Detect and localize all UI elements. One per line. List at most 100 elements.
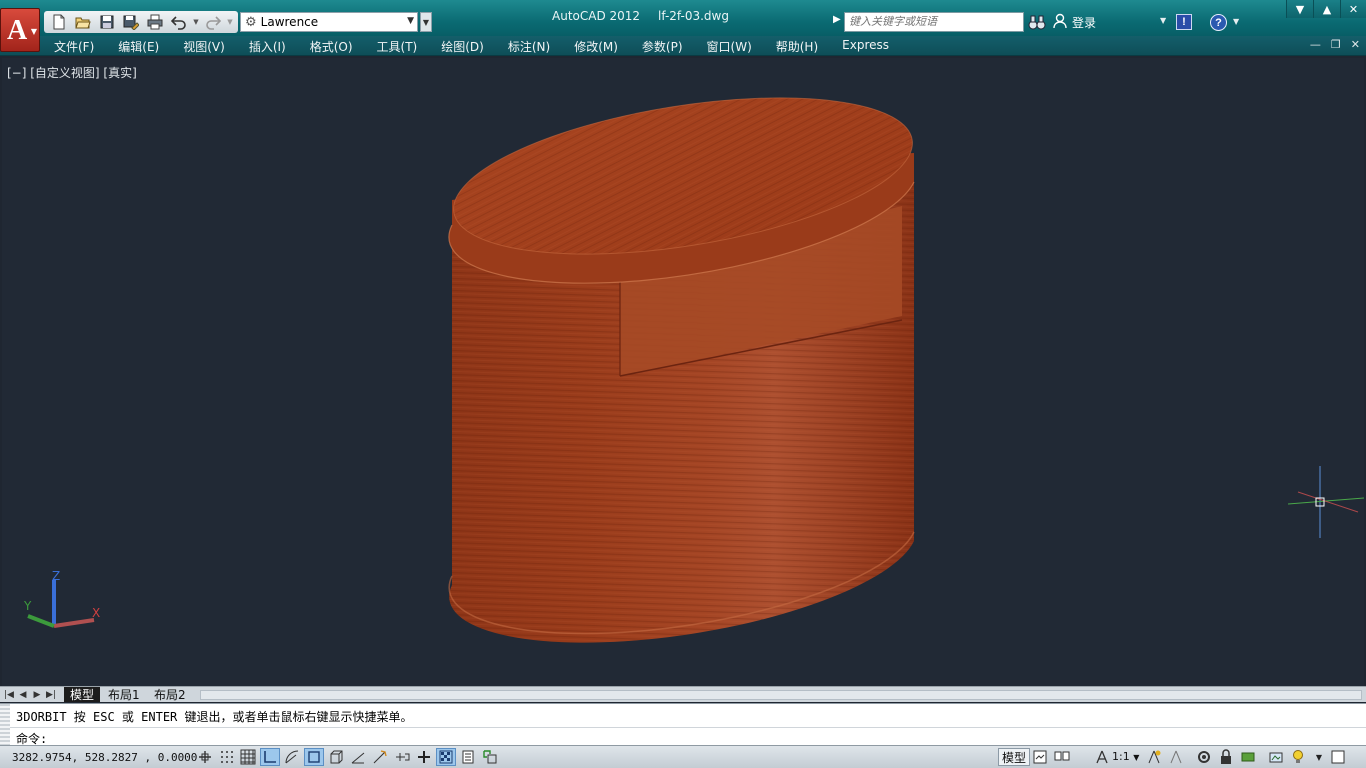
- snap-mode-icon[interactable]: [217, 748, 237, 766]
- user-icon: [1052, 13, 1068, 32]
- isolate-objects-icon[interactable]: [1266, 748, 1286, 766]
- autocad-logo: A: [7, 15, 28, 46]
- svg-text:Y: Y: [23, 599, 32, 613]
- dynamic-ucs-icon[interactable]: [370, 748, 390, 766]
- first-tab-icon[interactable]: |◀: [4, 689, 14, 700]
- login-button[interactable]: 登录: [1052, 12, 1096, 32]
- selection-cycling-icon[interactable]: [480, 748, 500, 766]
- next-tab-icon[interactable]: ▶: [32, 689, 42, 700]
- quick-view-layouts-icon[interactable]: [1030, 748, 1050, 766]
- object-snap-tracking-icon[interactable]: [348, 748, 368, 766]
- doc-close-button[interactable]: ✕: [1351, 38, 1360, 51]
- menu-modify[interactable]: 修改(M): [574, 38, 618, 55]
- doc-minimize-button[interactable]: —: [1310, 38, 1321, 51]
- customize-qat-button[interactable]: ▼: [420, 12, 432, 32]
- menu-view[interactable]: 视图(V): [183, 38, 225, 55]
- binoculars-icon[interactable]: [1028, 14, 1046, 33]
- command-input[interactable]: [70, 728, 1350, 744]
- tab-layout1[interactable]: 布局1: [102, 687, 146, 702]
- crosshair-cursor: [1288, 466, 1364, 538]
- chevron-down-icon: ▼: [407, 16, 414, 26]
- toolbar-lock-icon[interactable]: [1216, 748, 1236, 766]
- grid-display-icon[interactable]: [238, 748, 258, 766]
- new-icon[interactable]: [48, 12, 70, 32]
- redo-dropdown-icon[interactable]: ▼: [226, 12, 234, 32]
- menu-bar: 文件(F) 编辑(E) 视图(V) 插入(I) 格式(O) 工具(T) 绘图(D…: [0, 36, 1366, 56]
- hardware-acceleration-icon[interactable]: [1238, 748, 1258, 766]
- open-icon[interactable]: [72, 12, 94, 32]
- chevron-down-icon: ▼: [30, 27, 37, 36]
- title-bar: ▼ ▼ ⚙ Lawrence ▼ ▼ AutoCAD 2012 lf-2f-03…: [0, 0, 1366, 36]
- layout-tabs-bar: |◀ ◀ ▶ ▶| 模型 布局1 布局2: [0, 686, 1366, 702]
- help-icon[interactable]: ?: [1210, 14, 1227, 31]
- document-window-controls: — ❐ ✕: [1310, 38, 1360, 51]
- clean-screen-icon[interactable]: [1328, 748, 1348, 766]
- lightbulb-icon[interactable]: [1288, 748, 1308, 766]
- dynamic-input-icon[interactable]: [392, 748, 412, 766]
- status-bar-menu-icon[interactable]: ▼: [1314, 748, 1324, 766]
- object-snap-icon[interactable]: [304, 748, 324, 766]
- undo-dropdown-icon[interactable]: ▼: [192, 12, 200, 32]
- menu-parametric[interactable]: 参数(P): [642, 38, 683, 55]
- search-expand-icon[interactable]: ▶: [833, 14, 841, 25]
- annotation-scale-icon[interactable]: [1092, 748, 1112, 766]
- ortho-mode-icon[interactable]: [260, 748, 280, 766]
- lineweight-icon[interactable]: [414, 748, 434, 766]
- workspace-select[interactable]: ⚙ Lawrence ▼: [240, 12, 418, 32]
- transparency-icon[interactable]: [436, 748, 456, 766]
- prev-tab-icon[interactable]: ◀: [18, 689, 28, 700]
- 3d-object-snap-icon[interactable]: [326, 748, 346, 766]
- model-space-toggle[interactable]: 模型: [998, 748, 1031, 766]
- menu-draw[interactable]: 绘图(D): [441, 38, 484, 55]
- menu-window[interactable]: 窗口(W): [707, 38, 752, 55]
- coordinate-readout[interactable]: 3282.9754, 528.2827 , 0.0000: [12, 751, 197, 764]
- save-as-icon[interactable]: [120, 12, 142, 32]
- command-line: 3DORBIT 按 ESC 或 ENTER 键退出，或者单击鼠标右键显示快捷菜单…: [0, 703, 1366, 746]
- menu-tools[interactable]: 工具(T): [377, 38, 418, 55]
- status-bar: 3282.9754, 528.2827 , 0.0000 模型 1:1 ▼ ▼: [0, 745, 1366, 768]
- menu-help[interactable]: 帮助(H): [776, 38, 818, 55]
- chevron-down-icon[interactable]: ▼: [1233, 17, 1239, 26]
- undo-icon[interactable]: [168, 12, 190, 32]
- redo-icon[interactable]: [202, 12, 224, 32]
- tab-layout2[interactable]: 布局2: [148, 687, 192, 702]
- application-menu-button[interactable]: A ▼: [0, 8, 40, 52]
- tab-model[interactable]: 模型: [64, 687, 101, 702]
- menu-file[interactable]: 文件(F): [54, 38, 94, 55]
- chevron-down-icon[interactable]: ▼: [1160, 16, 1166, 25]
- svg-text:X: X: [92, 606, 100, 620]
- minimize-button[interactable]: ▼: [1286, 0, 1313, 18]
- window-title: AutoCAD 2012 lf-2f-03.dwg: [552, 9, 729, 23]
- polar-tracking-icon[interactable]: [282, 748, 302, 766]
- quick-view-drawings-icon[interactable]: [1052, 748, 1072, 766]
- login-label: 登录: [1072, 15, 1097, 30]
- maximize-button[interactable]: ▲: [1313, 0, 1340, 18]
- menu-insert[interactable]: 插入(I): [249, 38, 286, 55]
- quick-properties-icon[interactable]: [458, 748, 478, 766]
- exchange-icon[interactable]: !: [1176, 14, 1192, 30]
- command-line-grip[interactable]: [0, 704, 10, 746]
- annotation-scale[interactable]: 1:1 ▼: [1112, 750, 1139, 763]
- save-icon[interactable]: [96, 12, 118, 32]
- annotation-visibility-icon[interactable]: [1144, 748, 1164, 766]
- quick-access-toolbar: ▼ ▼: [44, 11, 238, 33]
- close-button[interactable]: ✕: [1340, 0, 1366, 18]
- auto-scale-icon[interactable]: [1166, 748, 1186, 766]
- window-controls: ▼ ▲ ✕: [1286, 0, 1366, 18]
- app-name: AutoCAD 2012: [552, 9, 641, 23]
- menu-edit[interactable]: 编辑(E): [118, 38, 159, 55]
- infer-constraints-icon[interactable]: [195, 748, 215, 766]
- ucs-icon: Z X Y: [23, 570, 100, 628]
- horizontal-scrollbar[interactable]: [200, 690, 1362, 700]
- search-input[interactable]: [844, 12, 1024, 32]
- plot-icon[interactable]: [144, 12, 166, 32]
- workspace-switching-icon[interactable]: [1194, 748, 1214, 766]
- menu-dimension[interactable]: 标注(N): [508, 38, 550, 55]
- drawing-viewport[interactable]: [−] [自定义视图] [真实] Z X Y: [2, 58, 1364, 686]
- viewport-controls-label[interactable]: [−] [自定义视图] [真实]: [7, 64, 137, 81]
- menu-express[interactable]: Express: [842, 38, 889, 55]
- menu-format[interactable]: 格式(O): [310, 38, 353, 55]
- doc-restore-button[interactable]: ❐: [1331, 38, 1341, 51]
- last-tab-icon[interactable]: ▶|: [46, 689, 56, 700]
- svg-text:Z: Z: [52, 570, 60, 583]
